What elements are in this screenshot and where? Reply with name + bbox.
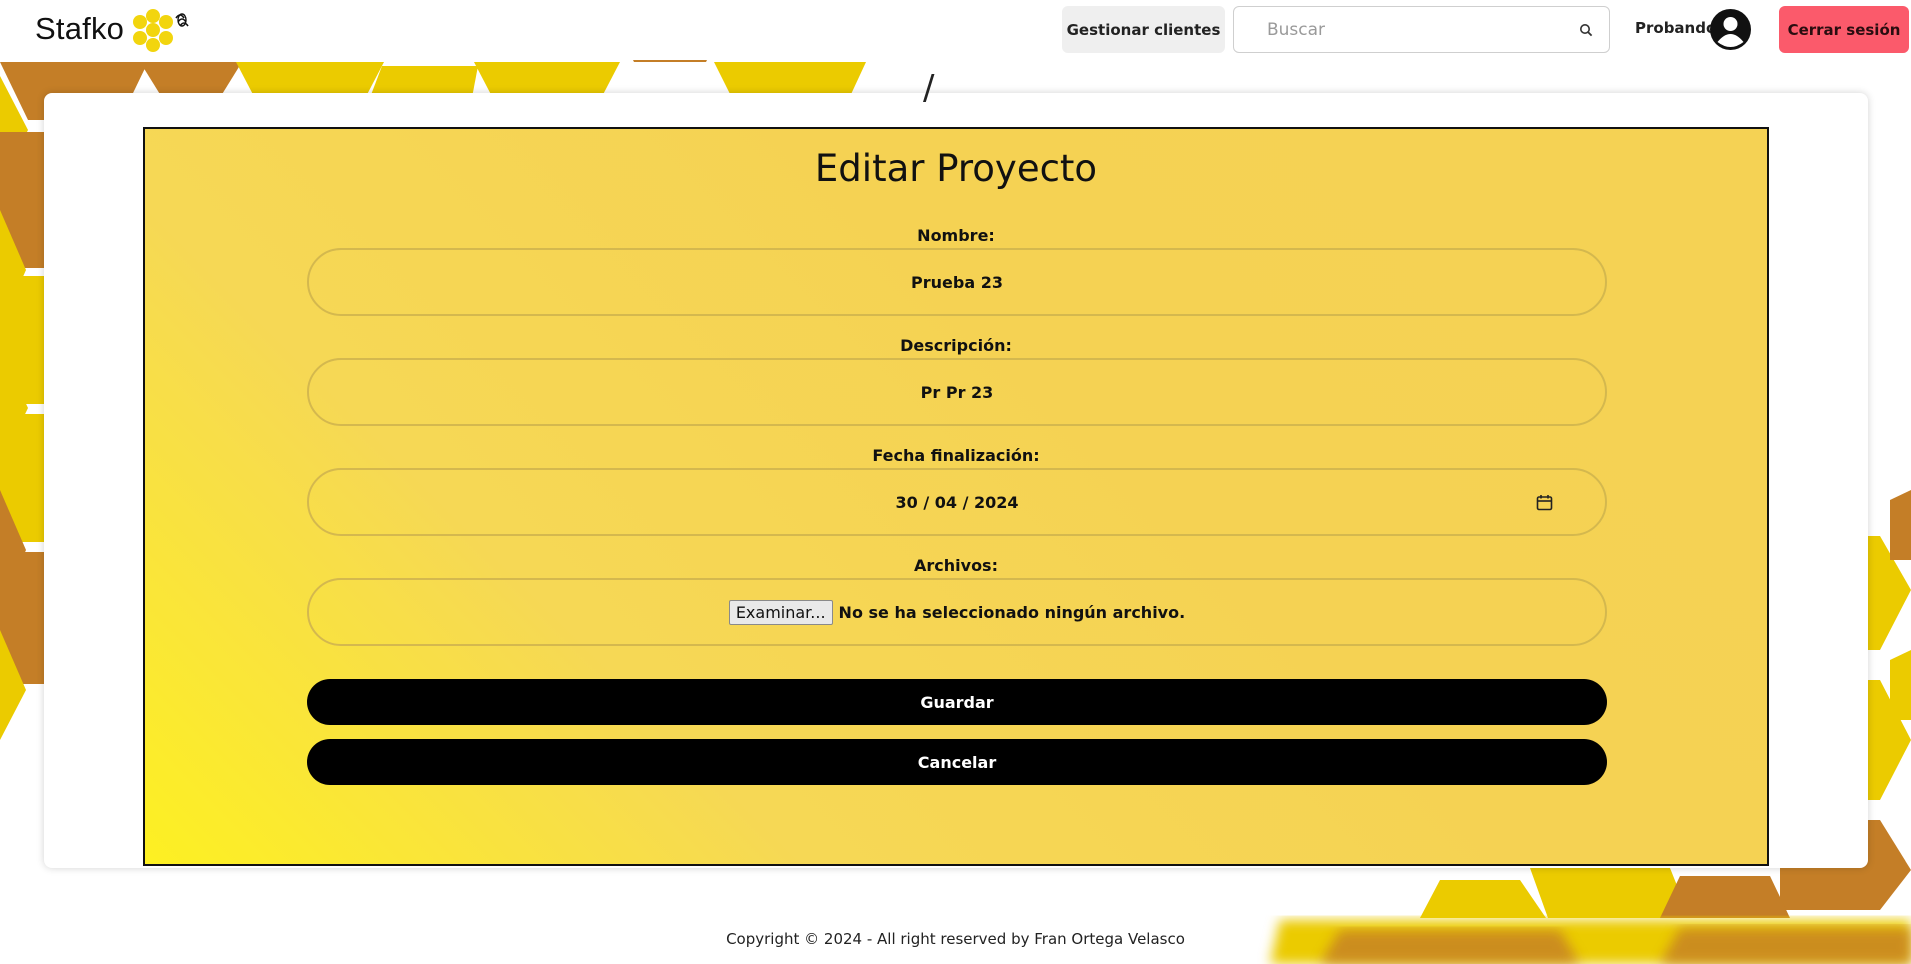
logout-button[interactable]: Cerrar sesión bbox=[1779, 6, 1909, 53]
save-button[interactable]: Guardar bbox=[307, 679, 1607, 725]
edit-project-form: Editar Proyecto Nombre: Prueba 23 Descri… bbox=[143, 127, 1769, 866]
form-title: Editar Proyecto bbox=[814, 147, 1098, 190]
calendar-icon[interactable] bbox=[1536, 494, 1553, 511]
manage-clients-button[interactable]: Gestionar clientes bbox=[1062, 6, 1225, 53]
search-input[interactable] bbox=[1267, 19, 1557, 40]
user-name: Probando bbox=[1635, 19, 1717, 37]
end-date-field[interactable]: 30 / 04 / 2024 bbox=[307, 468, 1607, 536]
search-box bbox=[1233, 6, 1610, 53]
description-value: Pr Pr 23 bbox=[920, 382, 994, 402]
card-heading-fragment: / bbox=[923, 68, 935, 108]
search-icon[interactable] bbox=[1579, 23, 1593, 37]
user-avatar-icon[interactable] bbox=[1710, 9, 1751, 50]
name-label: Nombre: bbox=[917, 226, 995, 245]
footer-copyright: Copyright © 2024 - All right reserved by… bbox=[726, 930, 1185, 948]
name-value: Prueba 23 bbox=[911, 272, 1003, 292]
brand-name: Stafko bbox=[35, 11, 125, 46]
description-label: Descripción: bbox=[900, 336, 1012, 355]
top-navbar: Stafko Gestionar clientes Probando Cerra… bbox=[0, 0, 1911, 60]
files-label: Archivos: bbox=[914, 556, 998, 575]
browse-files-button[interactable]: Examinar... bbox=[728, 599, 833, 625]
files-field: Examinar... No se ha seleccionado ningún… bbox=[307, 578, 1607, 646]
end-date-label: Fecha finalización: bbox=[872, 446, 1040, 465]
brand-logo[interactable]: Stafko bbox=[35, 6, 192, 52]
description-field[interactable]: Pr Pr 23 bbox=[307, 358, 1607, 426]
honeycomb-bee-icon bbox=[133, 9, 189, 52]
end-date-value: 30 / 04 / 2024 bbox=[895, 492, 1019, 512]
name-field[interactable]: Prueba 23 bbox=[307, 248, 1607, 316]
cancel-button[interactable]: Cancelar bbox=[307, 739, 1607, 785]
no-file-selected-text: No se ha seleccionado ningún archivo. bbox=[838, 602, 1186, 622]
